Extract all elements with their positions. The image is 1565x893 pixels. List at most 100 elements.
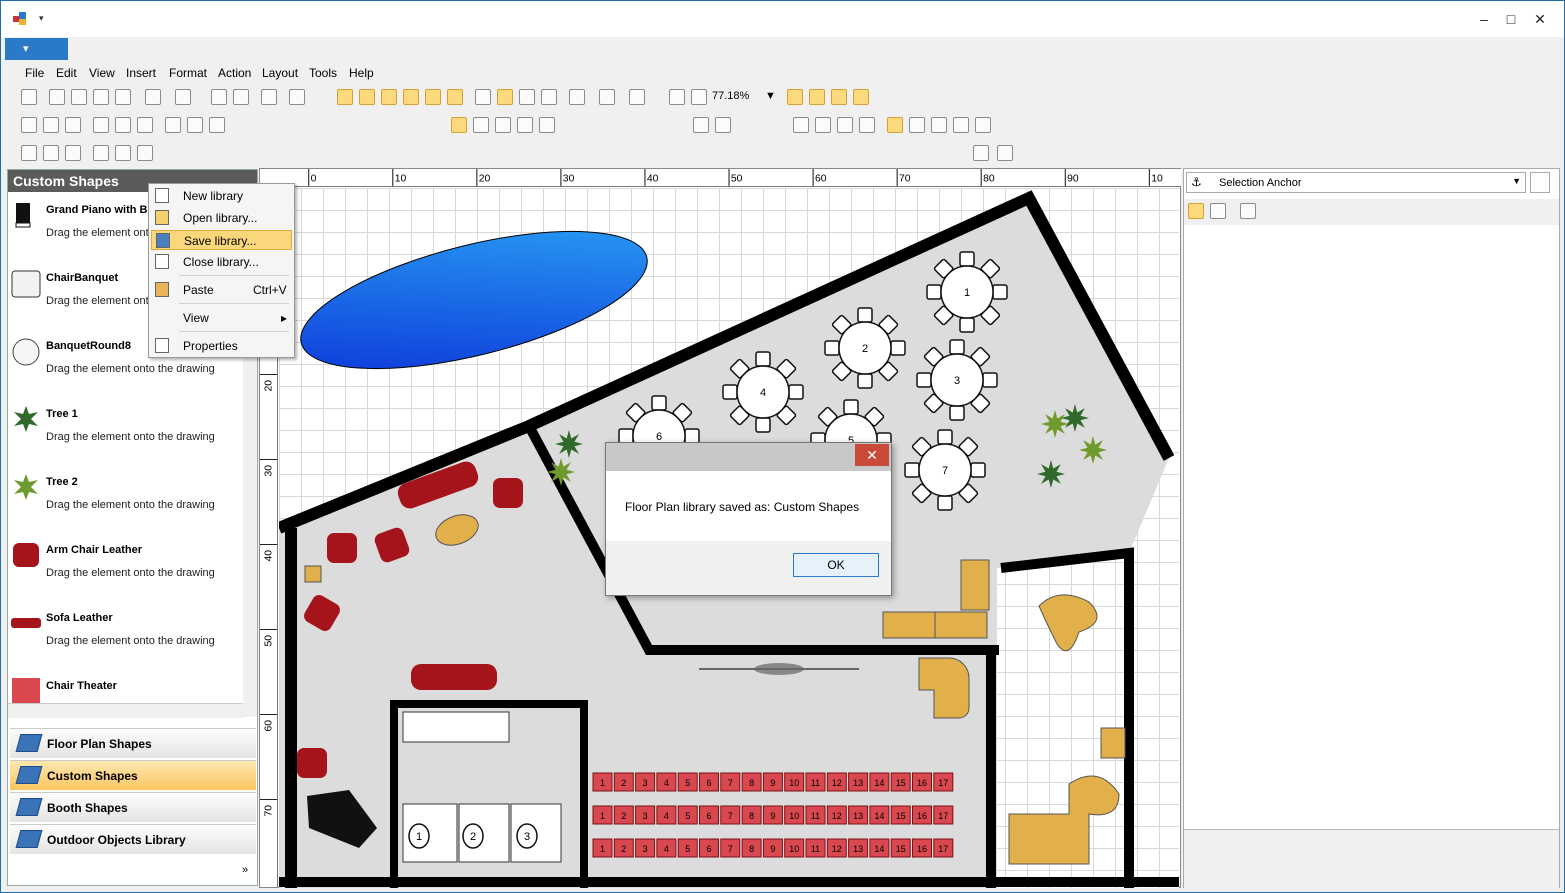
ellipse-tool-icon[interactable] — [495, 117, 511, 133]
print-icon[interactable] — [211, 89, 227, 105]
desk[interactable] — [882, 611, 936, 639]
table-layout-icon[interactable] — [809, 89, 825, 105]
redo-icon[interactable] — [175, 89, 191, 105]
valign-top-icon[interactable] — [165, 117, 181, 133]
library-item[interactable]: Sofa Leather Drag the element onto the d… — [8, 606, 243, 674]
align-middles-icon[interactable] — [115, 145, 131, 161]
group-icon[interactable] — [475, 89, 491, 105]
align-rights-icon[interactable] — [65, 145, 81, 161]
line-tool-icon[interactable] — [517, 117, 533, 133]
library-tab-outdoor[interactable]: Outdoor Objects Library — [10, 824, 256, 854]
arc-tool-icon[interactable] — [539, 117, 555, 133]
menu-item-view[interactable]: View ▸ — [151, 308, 292, 328]
view-medium-icon[interactable] — [909, 117, 925, 133]
library-icon[interactable] — [497, 89, 513, 105]
align-centers-icon[interactable] — [43, 145, 59, 161]
banquet-chair[interactable] — [937, 495, 953, 511]
cabinet[interactable] — [1100, 727, 1126, 759]
library-item[interactable]: Tree 1 Drag the element onto the drawing — [8, 402, 243, 470]
align-bottoms-icon[interactable] — [137, 145, 153, 161]
banquet-chair[interactable] — [926, 284, 942, 300]
arm-chair[interactable] — [493, 478, 523, 508]
sofa[interactable] — [411, 664, 497, 690]
view-large-icon[interactable] — [887, 117, 903, 133]
categorized-icon[interactable] — [1188, 203, 1204, 219]
banquet-chair[interactable] — [937, 429, 953, 445]
zoom-dropdown-icon[interactable]: ▼ — [765, 90, 776, 102]
menu-item-open-library[interactable]: Open library... — [151, 208, 292, 228]
property-pages-icon[interactable] — [1240, 203, 1256, 219]
library-item[interactable]: Arm Chair Leather Drag the element onto … — [8, 538, 243, 606]
sink-counter[interactable] — [402, 711, 510, 743]
desk[interactable] — [934, 611, 988, 639]
snap-icon[interactable] — [403, 89, 419, 105]
zoom-level[interactable]: 77.18% — [712, 90, 749, 102]
connector-icon[interactable] — [831, 89, 847, 105]
corner-desk[interactable] — [1008, 775, 1120, 865]
library-item[interactable]: Chair Theater — [8, 674, 243, 706]
menu-item-paste[interactable]: Paste Ctrl+V — [151, 280, 292, 300]
grid-size-icon[interactable] — [569, 89, 585, 105]
ruler-icon[interactable] — [359, 89, 375, 105]
library-tab-floor-plan[interactable]: Floor Plan Shapes — [10, 728, 256, 758]
banquet-chair[interactable] — [788, 384, 804, 400]
menu-item-save-library[interactable]: Save library... — [151, 230, 292, 250]
banquet-chair[interactable] — [970, 462, 986, 478]
layers-icon[interactable] — [447, 89, 463, 105]
dialog-close-icon[interactable]: ✕ — [855, 444, 889, 466]
italic-icon[interactable] — [43, 117, 59, 133]
side-table[interactable] — [304, 565, 322, 583]
image-icon[interactable] — [261, 89, 277, 105]
menu-edit[interactable]: Edit — [56, 66, 77, 80]
rectangle-tool-icon[interactable] — [473, 117, 489, 133]
banquet-chair[interactable] — [857, 373, 873, 389]
page-icon[interactable] — [599, 89, 615, 105]
banquet-chair[interactable] — [755, 417, 771, 433]
paste-icon[interactable] — [93, 89, 109, 105]
banquet-chair[interactable] — [959, 251, 975, 267]
desk[interactable] — [960, 559, 990, 611]
banquet-chair[interactable] — [722, 384, 738, 400]
bold-icon[interactable] — [21, 117, 37, 133]
menu-insert[interactable]: Insert — [126, 66, 156, 80]
tree[interactable] — [555, 430, 583, 458]
save-icon[interactable] — [21, 89, 37, 105]
hash-icon[interactable] — [997, 145, 1013, 161]
cut-icon[interactable] — [49, 89, 65, 105]
save-doc-icon[interactable] — [837, 117, 853, 133]
valign-bottom-icon[interactable] — [209, 117, 225, 133]
library-item[interactable]: Tree 2 Drag the element onto the drawing — [8, 470, 243, 538]
menu-item-close-library[interactable]: Close library... — [151, 252, 292, 272]
banquet-chair[interactable] — [890, 340, 906, 356]
tree[interactable] — [1079, 436, 1107, 464]
new-page-icon[interactable] — [793, 117, 809, 133]
zoom-in-icon[interactable] — [669, 89, 685, 105]
menu-action[interactable]: Action — [218, 66, 251, 80]
help-icon[interactable] — [289, 89, 305, 105]
menu-view[interactable]: View — [89, 66, 115, 80]
banquet-chair[interactable] — [618, 428, 634, 444]
application-menu-button[interactable]: ▾ — [5, 38, 68, 60]
banquet-chair[interactable] — [843, 399, 859, 415]
banquet-chair[interactable] — [684, 428, 700, 444]
table-icon[interactable] — [519, 89, 535, 105]
find-icon[interactable] — [541, 89, 557, 105]
banquet-chair[interactable] — [857, 307, 873, 323]
menu-layout[interactable]: Layout — [262, 66, 298, 80]
print-preview-icon[interactable] — [233, 89, 249, 105]
banquet-chair[interactable] — [916, 372, 932, 388]
pool[interactable] — [288, 204, 660, 397]
grid-icon[interactable] — [337, 89, 353, 105]
valign-middle-icon[interactable] — [187, 117, 203, 133]
banquet-chair[interactable] — [755, 351, 771, 367]
app-icon[interactable] — [13, 12, 27, 26]
banquet-chair[interactable] — [949, 405, 965, 421]
delete-icon[interactable] — [115, 89, 131, 105]
menu-tools[interactable]: Tools — [309, 66, 337, 80]
menu-help[interactable]: Help — [349, 66, 374, 80]
banquet-chair[interactable] — [949, 339, 965, 355]
quick-access-dropdown-icon[interactable]: ▾ — [39, 13, 44, 24]
tree[interactable] — [547, 458, 575, 486]
export-icon[interactable] — [859, 117, 875, 133]
align-tops-icon[interactable] — [93, 145, 109, 161]
